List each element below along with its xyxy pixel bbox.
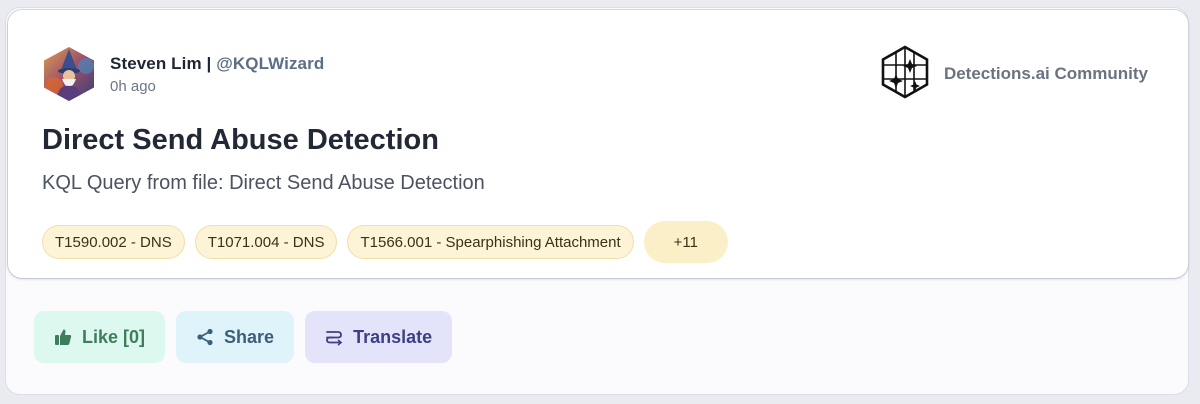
avatar[interactable] <box>42 46 96 102</box>
action-bar: Like [0] Share Translate <box>34 311 453 363</box>
like-label: Like [0] <box>82 326 146 347</box>
author-handle[interactable]: @KQLWizard <box>216 54 324 73</box>
share-icon <box>196 328 214 346</box>
tag-list: T1590.002 - DNS T1071.004 - DNS T1566.00… <box>42 221 728 263</box>
author-line[interactable]: Steven Lim | @KQLWizard <box>110 54 324 74</box>
tag-chip[interactable]: T1590.002 - DNS <box>42 225 185 259</box>
thumbs-up-icon <box>54 328 72 346</box>
detections-logo-icon <box>880 45 930 104</box>
post-card[interactable]: Steven Lim | @KQLWizard 0h ago Detection… <box>8 10 1188 278</box>
post-title[interactable]: Direct Send Abuse Detection <box>42 124 439 157</box>
community-name[interactable]: Detections.ai Community <box>944 64 1148 84</box>
post-timestamp: 0h ago <box>110 78 156 95</box>
author-name[interactable]: Steven Lim | <box>110 54 216 73</box>
share-button[interactable]: Share <box>176 311 295 363</box>
tag-chip[interactable]: T1071.004 - DNS <box>194 225 338 259</box>
tag-chip[interactable]: T1566.001 - Spearphishing Attachment <box>347 225 634 259</box>
more-tags-button[interactable]: +11 <box>643 221 728 263</box>
translate-icon <box>325 328 343 346</box>
community-link[interactable]: Detections.ai Community <box>880 45 1148 104</box>
like-button[interactable]: Like [0] <box>34 311 166 363</box>
post-subtitle: KQL Query from file: Direct Send Abuse D… <box>42 172 485 194</box>
translate-button[interactable]: Translate <box>305 311 453 363</box>
translate-label: Translate <box>353 326 433 347</box>
share-label: Share <box>224 326 275 347</box>
